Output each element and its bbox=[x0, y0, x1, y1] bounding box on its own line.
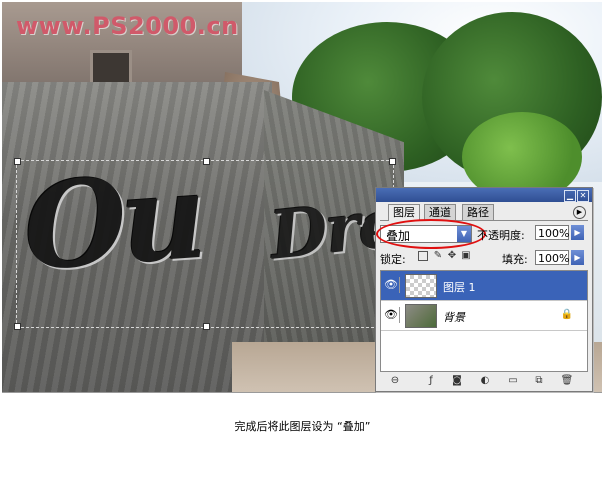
eye-icon[interactable]: 👁 bbox=[383, 277, 400, 293]
close-icon[interactable]: ✕ bbox=[577, 190, 589, 202]
layer-thumbnail bbox=[405, 274, 437, 298]
fill-slider-icon[interactable]: ▶ bbox=[571, 250, 584, 265]
highlight-ellipse bbox=[376, 219, 486, 249]
transform-selection[interactable] bbox=[14, 158, 396, 330]
tab-paths[interactable]: 路径 bbox=[462, 204, 494, 220]
watermark: www.PS2000.cn bbox=[16, 12, 239, 40]
new-layer-icon[interactable]: ⧉ bbox=[532, 374, 546, 387]
tab-channels[interactable]: 通道 bbox=[424, 204, 456, 220]
adjustment-layer-icon[interactable]: ◐ bbox=[478, 374, 492, 387]
layer-row-background[interactable]: 👁 背景 🔒 bbox=[381, 301, 587, 331]
lock-transparent-icon[interactable] bbox=[418, 251, 428, 261]
selection-handle[interactable] bbox=[14, 158, 21, 165]
opacity-slider-icon[interactable]: ▶ bbox=[571, 225, 584, 240]
lock-move-icon[interactable]: ✥ bbox=[447, 251, 457, 261]
opacity-label: 不透明度: bbox=[477, 229, 525, 242]
lock-all-icon[interactable]: ▣ bbox=[461, 251, 471, 261]
panel-tabs: 图层 通道 路径 ▶ bbox=[380, 204, 588, 221]
tab-layers[interactable]: 图层 bbox=[388, 204, 420, 221]
lock-brush-icon[interactable]: ✎ bbox=[433, 251, 443, 261]
layer-row-layer1[interactable]: 👁 图层 1 bbox=[381, 271, 587, 301]
layer-thumbnail bbox=[405, 304, 437, 328]
lock-icon: 🔒 bbox=[560, 309, 573, 320]
selection-handle[interactable] bbox=[203, 158, 210, 165]
layer-style-icon[interactable]: ƒ bbox=[424, 374, 438, 387]
panel-menu-icon[interactable]: ▶ bbox=[573, 206, 586, 219]
lock-label: 锁定: bbox=[380, 253, 406, 266]
panel-titlebar[interactable]: ▁ ✕ bbox=[376, 188, 592, 202]
selection-handle[interactable] bbox=[203, 323, 210, 330]
link-layers-icon[interactable]: ⊖ bbox=[388, 374, 402, 387]
caption: 完成后将此图层设为 “叠加” bbox=[234, 420, 371, 433]
layer-name: 图层 1 bbox=[443, 281, 476, 294]
layers-list: 👁 图层 1 👁 背景 🔒 bbox=[380, 270, 588, 372]
trash-icon[interactable]: 🗑 bbox=[560, 374, 574, 387]
opacity-input[interactable]: 100% bbox=[535, 225, 569, 240]
layer-name: 背景 bbox=[443, 311, 465, 324]
eye-icon[interactable]: 👁 bbox=[383, 307, 400, 323]
fill-label: 填充: bbox=[502, 253, 528, 266]
new-group-icon[interactable]: ▭ bbox=[506, 374, 520, 387]
panel-bottom-toolbar: ⊖ ƒ ◙ ◐ ▭ ⧉ 🗑 bbox=[380, 374, 588, 388]
minimize-icon[interactable]: ▁ bbox=[564, 190, 576, 202]
selection-handle[interactable] bbox=[389, 158, 396, 165]
fill-input[interactable]: 100% bbox=[535, 250, 569, 265]
layers-panel: ▁ ✕ 图层 通道 路径 ▶ 叠加 ▼ 不透明度: 100% ▶ 锁定: ✎ ✥… bbox=[375, 187, 593, 392]
layer-mask-icon[interactable]: ◙ bbox=[450, 374, 464, 387]
selection-handle[interactable] bbox=[14, 323, 21, 330]
